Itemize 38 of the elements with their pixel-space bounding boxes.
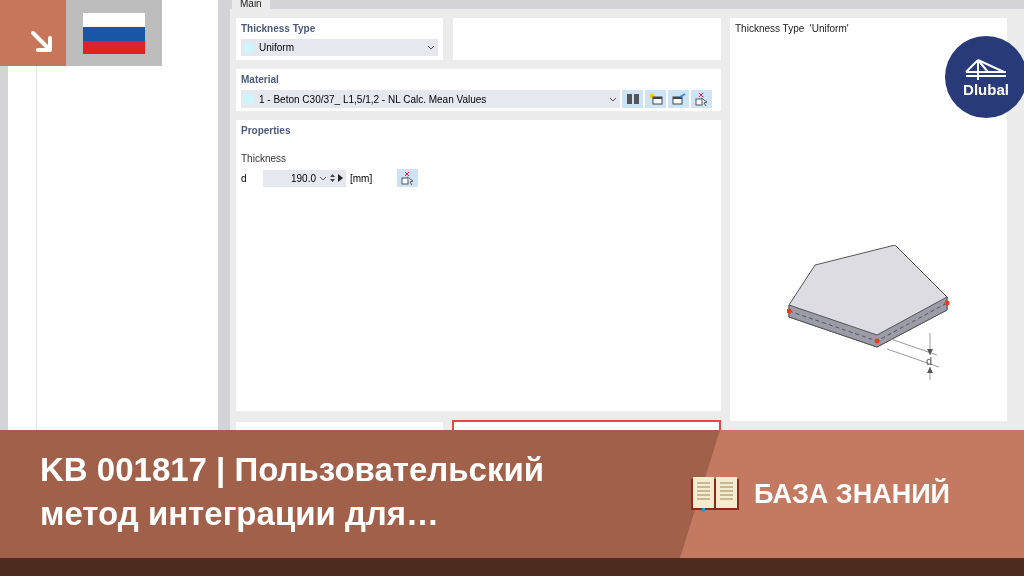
dropdown[interactable]: Uniform <box>241 39 438 56</box>
open-book-icon <box>690 476 740 512</box>
dropdown[interactable]: 1 - Beton C30/37_ L1,5/1,2 - NL Calc. Mean Values <box>241 90 620 108</box>
unit-label: [mm] <box>350 171 374 186</box>
dropdown-value: 1 - Beton C30/37_ L1,5/1,2 - NL Calc. Mean Values <box>259 92 488 107</box>
color-swatch-icon <box>244 42 254 53</box>
group-label: Thickness <box>241 152 287 166</box>
banner-title: KB 001817 | Пользовательский метод интеграции для… <box>39 450 545 534</box>
edit-button[interactable] <box>668 90 689 108</box>
new-button[interactable] <box>645 90 666 108</box>
bridge-icon <box>964 57 1008 80</box>
tab[interactable]: Main <box>232 0 270 9</box>
edit-window-icon <box>671 93 686 105</box>
dropdown-value: Uniform <box>259 41 295 55</box>
chevron-icon <box>427 45 435 50</box>
pick-button[interactable] <box>691 90 712 108</box>
new-window-icon <box>648 93 663 105</box>
chevron-icon <box>319 175 327 181</box>
library-button[interactable] <box>622 90 643 108</box>
russia-flag-icon <box>83 12 145 54</box>
symbol-label: d <box>241 171 248 186</box>
arrow-down-right-icon <box>30 30 54 54</box>
book-icon <box>625 93 640 105</box>
play-icon[interactable] <box>338 174 343 182</box>
pick-button[interactable] <box>397 169 418 187</box>
spinner-icon[interactable] <box>330 173 335 183</box>
section-title: Material <box>241 73 280 87</box>
cursor-pick-icon <box>694 92 709 106</box>
field-value: 190.0 <box>289 171 316 186</box>
chevron-icon <box>609 96 617 102</box>
banner-category: БАЗА ЗНАНИЙ <box>754 477 950 511</box>
section-title: Properties <box>241 124 292 138</box>
logo-text: Dlubal <box>963 81 1009 97</box>
preview-caption: Thickness Type 'Uniform' <box>735 22 850 36</box>
number-field[interactable]: 190.0 <box>263 169 346 187</box>
section-title: Thickness Type <box>241 22 317 36</box>
color-swatch-icon <box>244 94 254 104</box>
cursor-pick-icon <box>400 171 415 185</box>
